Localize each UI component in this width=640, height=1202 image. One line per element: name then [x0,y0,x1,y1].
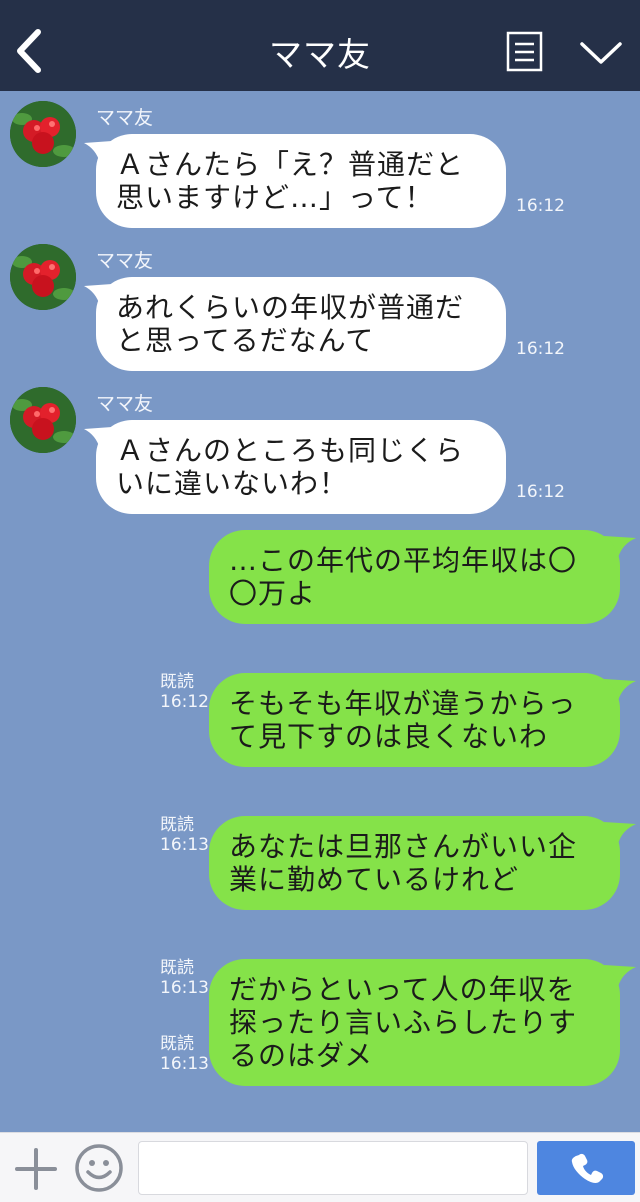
message-line: て見下すのは良くないわ [229,720,549,753]
message-time: 16:12 [516,339,565,359]
chat-area[interactable]: ママ友 Ａさんたら「え？普通だと 思いますけど…」って！ 16:12 ママ友 あ… [0,91,640,1132]
message-line: と思ってるだなんて [116,324,375,357]
message-line: 〇万よ [229,577,317,610]
chevron-down-icon [580,42,622,64]
message-time: 16:13 [160,1054,209,1074]
menu-button[interactable] [506,31,543,72]
message-line: だからといって人の年収を [229,973,576,1006]
message-line: あなたは旦那さんがいい企 [229,830,578,863]
message-time: 16:12 [160,692,209,712]
message-bubble[interactable]: あなたは旦那さんがいい企 業に勤めているけれど [209,816,620,910]
message-line: Ａさんのところも同じくら [116,434,465,467]
message-line: るのはダメ [229,1039,374,1072]
smile-icon [75,1144,123,1192]
message-time: 16:13 [160,835,209,855]
message-time: 16:12 [516,482,565,502]
message-bubble[interactable]: そもそも年収が違うからっ て見下すのは良くないわ [209,673,620,767]
sender-name: ママ友 [96,393,154,415]
sender-name: ママ友 [96,107,154,129]
message-time: 16:12 [516,196,565,216]
read-receipt: 既読 [160,958,194,978]
message-line: 業に勤めているけれど [229,863,520,896]
message-line: 探ったり言いふらしたりす [229,1006,578,1039]
message-time: 16:13 [160,978,209,998]
message-line: …この年代の平均年収は〇 [229,544,578,577]
add-button[interactable] [14,1147,58,1191]
message-line: そもそも年収が違うからっ [229,687,577,720]
read-receipt: 既読 [160,1034,194,1054]
message-bubble[interactable]: …この年代の平均年収は〇 〇万よ [209,530,620,624]
message-line: あれくらいの年収が普通だ [116,291,465,324]
call-button[interactable] [537,1141,635,1195]
avatar[interactable] [10,101,76,167]
chat-title: ママ友 [269,35,371,74]
plus-icon [15,1148,57,1190]
message-bubble[interactable]: Ａさんたら「え？普通だと 思いますけど…」って！ [96,134,506,228]
message-line: 思いますけど…」って！ [116,181,434,214]
emoji-button[interactable] [74,1143,124,1193]
message-bubble[interactable]: だからといって人の年収を 探ったり言いふらしたりす るのはダメ [209,959,620,1086]
dropdown-button[interactable] [578,36,624,70]
message-input[interactable] [138,1141,528,1195]
menu-document-icon [506,31,543,72]
input-bar [0,1132,640,1202]
avatar[interactable] [10,387,76,453]
message-bubble[interactable]: Ａさんのところも同じくら いに違いないわ！ [96,420,506,514]
read-receipt: 既読 [160,672,194,692]
chat-header: ママ友 [0,0,640,91]
message-bubble[interactable]: あれくらいの年収が普通だ と思ってるだなんて [96,277,506,371]
message-line: Ａさんたら「え？普通だと [116,148,465,181]
phone-icon [571,1153,604,1183]
read-receipt: 既読 [160,815,194,835]
message-line: いに違いないわ！ [116,467,349,500]
avatar[interactable] [10,244,76,310]
sender-name: ママ友 [96,250,154,272]
